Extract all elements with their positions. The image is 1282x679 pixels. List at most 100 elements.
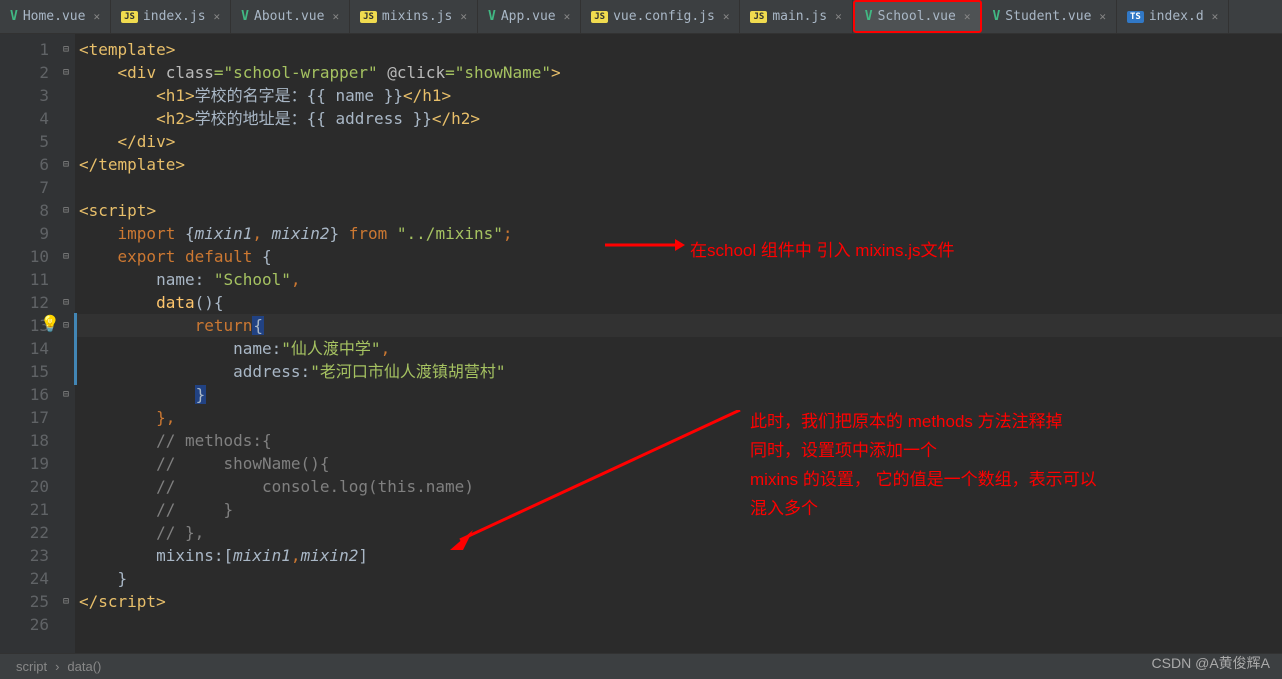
fold-marker[interactable]: ⊟ xyxy=(57,153,75,176)
line-number: 17 xyxy=(21,406,49,429)
close-icon[interactable]: ✕ xyxy=(564,10,571,23)
fold-marker[interactable] xyxy=(57,498,75,521)
close-icon[interactable]: ✕ xyxy=(93,10,100,23)
fold-marker[interactable]: ⊟ xyxy=(57,291,75,314)
fold-marker[interactable] xyxy=(57,268,75,291)
lightbulb-icon[interactable]: 💡 xyxy=(40,314,60,333)
ts-icon: TS xyxy=(1127,11,1144,23)
line-number: 12 xyxy=(21,291,49,314)
editor-tab[interactable]: TS index.d ✕ xyxy=(1117,0,1229,33)
fold-marker[interactable] xyxy=(57,84,75,107)
tab-label: App.vue xyxy=(501,9,556,24)
code-area[interactable]: 💡 <template> <div class="school-wrapper"… xyxy=(75,34,1282,653)
line-number: 6 xyxy=(21,153,49,176)
fold-marker[interactable]: ⊟ xyxy=(57,590,75,613)
code-line: <template> xyxy=(75,38,1282,61)
fold-marker[interactable] xyxy=(57,475,75,498)
close-icon[interactable]: ✕ xyxy=(214,10,221,23)
change-marker xyxy=(74,313,77,385)
code-line: </template> xyxy=(75,153,1282,176)
fold-marker[interactable] xyxy=(57,130,75,153)
js-icon: JS xyxy=(360,11,377,23)
line-number-gutter: 1234567891011121314151617181920212223242… xyxy=(17,34,57,653)
close-icon[interactable]: ✕ xyxy=(723,10,730,23)
editor-tab[interactable]: VApp.vue✕ xyxy=(478,0,581,33)
line-number: 8 xyxy=(21,199,49,222)
vue-icon: V xyxy=(865,9,873,24)
breadcrumb-item[interactable]: script xyxy=(16,659,47,674)
fold-gutter: ⊟⊟⊟⊟⊟⊟⊟⊟⊟ xyxy=(57,34,75,653)
close-icon[interactable]: ✕ xyxy=(332,10,339,23)
fold-marker[interactable]: ⊟ xyxy=(57,38,75,61)
editor-container: 1234567891011121314151617181920212223242… xyxy=(0,34,1282,653)
code-line: <h1>学校的名字是：{{ name }}</h1> xyxy=(75,84,1282,107)
fold-marker[interactable] xyxy=(57,429,75,452)
close-icon[interactable]: ✕ xyxy=(835,10,842,23)
editor-tab[interactable]: JS vue.config.js ✕ xyxy=(581,0,740,33)
line-number: 3 xyxy=(21,84,49,107)
annotation-text: 此时，我们把原本的 methods 方法注释掉 同时，设置项中添加一个 mixi… xyxy=(750,408,1097,524)
fold-marker[interactable] xyxy=(57,521,75,544)
code-line: } xyxy=(75,383,1282,406)
close-icon[interactable]: ✕ xyxy=(460,10,467,23)
fold-marker[interactable] xyxy=(57,222,75,245)
annotation-text: 在school 组件中 引入 mixins.js文件 xyxy=(690,237,954,266)
fold-marker[interactable] xyxy=(57,176,75,199)
line-number: 21 xyxy=(21,498,49,521)
fold-marker[interactable] xyxy=(57,107,75,130)
code-line: } xyxy=(75,567,1282,590)
line-number: 1 xyxy=(21,38,49,61)
fold-marker[interactable]: ⊟ xyxy=(57,61,75,84)
tab-label: index.d xyxy=(1149,9,1204,24)
tab-label: index.js xyxy=(143,9,206,24)
fold-marker[interactable] xyxy=(57,360,75,383)
breadcrumb-item[interactable]: data() xyxy=(67,659,101,674)
line-number: 26 xyxy=(21,613,49,636)
fold-marker[interactable] xyxy=(57,337,75,360)
editor-tab[interactable]: V Student.vue ✕ xyxy=(982,0,1117,33)
fold-marker[interactable] xyxy=(57,544,75,567)
line-number: 11 xyxy=(21,268,49,291)
editor-tabs: VHome.vue✕JSindex.js✕VAbout.vue✕JSmixins… xyxy=(0,0,1282,34)
line-number: 25 xyxy=(21,590,49,613)
fold-marker[interactable] xyxy=(57,567,75,590)
annotation-arrow-icon xyxy=(605,235,685,255)
js-icon: JS xyxy=(750,11,767,23)
close-icon[interactable]: ✕ xyxy=(1212,10,1219,23)
code-line-current: return{ xyxy=(75,314,1282,337)
annotation-arrow-icon xyxy=(445,410,745,560)
line-number: 9 xyxy=(21,222,49,245)
vue-icon: V xyxy=(10,9,18,24)
tab-label: vue.config.js xyxy=(613,9,715,24)
close-icon[interactable]: ✕ xyxy=(964,10,971,23)
line-number: 22 xyxy=(21,521,49,544)
fold-marker[interactable]: ⊟ xyxy=(57,383,75,406)
editor-tab[interactable]: V School.vue ✕ xyxy=(853,0,983,33)
fold-marker[interactable] xyxy=(57,613,75,636)
line-number: 18 xyxy=(21,429,49,452)
code-line: <div class="school-wrapper" @click="show… xyxy=(75,61,1282,84)
code-line: </script> xyxy=(75,590,1282,613)
code-line: <script> xyxy=(75,199,1282,222)
tab-label: School.vue xyxy=(878,9,956,24)
editor-tab[interactable]: VHome.vue✕ xyxy=(0,0,111,33)
editor-tab[interactable]: VAbout.vue✕ xyxy=(231,0,350,33)
breadcrumb-bar[interactable]: script › data() xyxy=(0,653,1282,679)
code-line: name: "School", xyxy=(75,268,1282,291)
fold-marker[interactable]: ⊟ xyxy=(57,245,75,268)
tab-label: Student.vue xyxy=(1005,9,1091,24)
close-icon[interactable]: ✕ xyxy=(1099,10,1106,23)
line-number: 23 xyxy=(21,544,49,567)
js-icon: JS xyxy=(591,11,608,23)
vue-icon: V xyxy=(992,9,1000,24)
fold-marker[interactable]: ⊟ xyxy=(57,199,75,222)
fold-marker[interactable] xyxy=(57,452,75,475)
vue-icon: V xyxy=(241,9,249,24)
code-line xyxy=(75,613,1282,636)
code-line: <h2>学校的地址是：{{ address }}</h2> xyxy=(75,107,1282,130)
editor-tab[interactable]: JSmixins.js✕ xyxy=(350,0,478,33)
editor-tab[interactable]: JSindex.js✕ xyxy=(111,0,231,33)
editor-tab[interactable]: JSmain.js✕ xyxy=(740,0,852,33)
watermark-text: CSDN @A黄俊辉A xyxy=(1152,653,1270,673)
fold-marker[interactable] xyxy=(57,406,75,429)
